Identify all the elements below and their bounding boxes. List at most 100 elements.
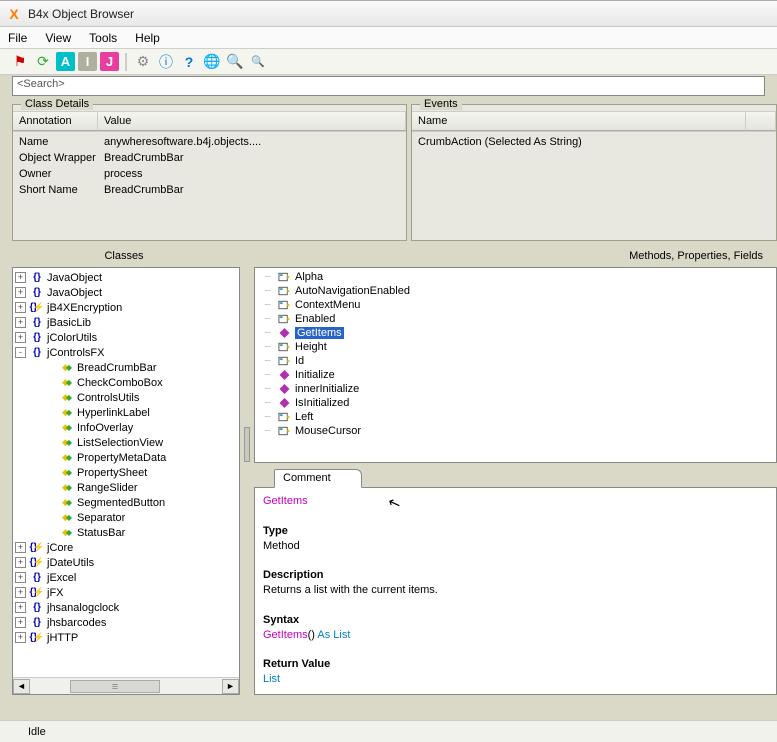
menu-file[interactable]: File (8, 31, 27, 45)
splitter-grip-icon[interactable] (244, 427, 250, 462)
scroll-right-icon[interactable]: ► (222, 679, 239, 694)
expand-icon[interactable]: + (15, 272, 26, 283)
member-item[interactable]: ┈AutoNavigationEnabled (259, 284, 772, 298)
expand-icon[interactable]: + (15, 542, 26, 553)
member-item[interactable]: ┈IsInitialized (259, 396, 772, 410)
tree-item-label: Separator (77, 512, 125, 524)
expand-icon[interactable]: + (15, 632, 26, 643)
classes-tree[interactable]: +{}JavaObject+{}JavaObject+{}⚡jB4XEncryp… (12, 267, 240, 695)
braces-icon: {} (29, 347, 45, 358)
member-label: Id (295, 355, 304, 367)
member-item[interactable]: ┈Enabled (259, 312, 772, 326)
tree-item[interactable]: ◆◆BreadCrumbBar (13, 360, 239, 375)
tree-item[interactable]: ◆◆ControlsUtils (13, 390, 239, 405)
help-icon[interactable]: ? (179, 52, 199, 72)
tree-item[interactable]: ◆◆InfoOverlay (13, 420, 239, 435)
col-header-annotation[interactable]: Annotation (13, 111, 98, 131)
tree-item[interactable]: +{}⚡jFX (13, 585, 239, 600)
refresh-icon[interactable]: ⟳ (33, 52, 53, 72)
tree-item[interactable]: +{}jhsbarcodes (13, 615, 239, 630)
tree-item[interactable]: +{}JavaObject (13, 270, 239, 285)
tree-item[interactable]: ◆◆StatusBar (13, 525, 239, 540)
expand-icon[interactable]: + (15, 587, 26, 598)
tree-item[interactable]: ◆◆SegmentedButton (13, 495, 239, 510)
section-label-classes: Classes (0, 250, 248, 262)
braces-icon: {} (29, 317, 45, 328)
splitter-vertical[interactable] (244, 267, 250, 695)
class-detail-row[interactable]: Ownerprocess (13, 166, 406, 182)
col-header-value[interactable]: Value (98, 111, 406, 131)
search-input[interactable]: <Search> (12, 76, 765, 96)
member-label: MouseCursor (295, 425, 361, 437)
globe-icon[interactable]: 🌐 (202, 52, 222, 72)
detail-syntax-call: GetItems (263, 629, 308, 641)
detail-desc-value: Returns a list with the current items. (263, 584, 438, 596)
member-item[interactable]: ┈Initialize (259, 368, 772, 382)
menu-view[interactable]: View (45, 31, 71, 45)
tree-item-label: JavaObject (47, 287, 102, 299)
gear-icon[interactable]: ⚙ (133, 52, 153, 72)
menu-tools[interactable]: Tools (89, 31, 117, 45)
class-detail-row[interactable]: Nameanywheresoftware.b4j.objects.... (13, 134, 406, 150)
tree-item[interactable]: +{}JavaObject (13, 285, 239, 300)
members-list[interactable]: ┈Alpha┈AutoNavigationEnabled┈ContextMenu… (254, 267, 777, 463)
scroll-thumb[interactable]: ≡ (70, 680, 160, 693)
tree-item[interactable]: ◆◆RangeSlider (13, 480, 239, 495)
flag-icon[interactable]: ⚑ (10, 52, 30, 72)
tree-item[interactable]: ◆◆CheckComboBox (13, 375, 239, 390)
scroll-left-icon[interactable]: ◄ (13, 679, 30, 694)
info-icon[interactable]: ⓘ (156, 52, 176, 72)
member-item[interactable]: ┈Id (259, 354, 772, 368)
expand-icon[interactable]: + (15, 617, 26, 628)
member-item[interactable]: ┈Height (259, 340, 772, 354)
tree-item[interactable]: +{}⚡jHTTP (13, 630, 239, 645)
tree-item[interactable]: +{}⚡jCore (13, 540, 239, 555)
property-icon (276, 271, 292, 283)
tree-item[interactable]: ◆◆PropertyMetaData (13, 450, 239, 465)
tree-item[interactable]: +{}jColorUtils (13, 330, 239, 345)
tree-item[interactable]: ◆◆ListSelectionView (13, 435, 239, 450)
expand-icon[interactable]: + (15, 332, 26, 343)
member-item[interactable]: ┈innerInitialize (259, 382, 772, 396)
tree-item[interactable]: +{}jBasicLib (13, 315, 239, 330)
tree-item[interactable]: ◆◆PropertySheet (13, 465, 239, 480)
tab-comment[interactable]: Comment (274, 469, 362, 488)
event-row[interactable]: CrumbAction (Selected As String) (412, 134, 776, 150)
property-icon (276, 425, 292, 437)
tree-item-label: ListSelectionView (77, 437, 163, 449)
toolbar-i-button[interactable]: I (78, 52, 97, 71)
tree-item-label: jCore (47, 542, 73, 554)
tree-item[interactable]: +{}jExcel (13, 570, 239, 585)
menu-help[interactable]: Help (135, 31, 160, 45)
tree-item-label: BreadCrumbBar (77, 362, 156, 374)
diamond-icon: ◆◆ (59, 512, 75, 523)
expand-icon[interactable]: + (15, 602, 26, 613)
member-item[interactable]: ┈MouseCursor (259, 424, 772, 438)
toolbar-j-button[interactable]: J (100, 52, 119, 71)
expand-icon[interactable]: - (15, 347, 26, 358)
member-item[interactable]: ┈Left (259, 410, 772, 424)
tree-item[interactable]: ◆◆Separator (13, 510, 239, 525)
member-item[interactable]: ┈Alpha (259, 270, 772, 284)
search2-icon[interactable]: 🔍 (248, 52, 268, 72)
tree-item[interactable]: +{}jhsanalogclock (13, 600, 239, 615)
expand-icon[interactable]: + (15, 557, 26, 568)
expand-icon[interactable]: + (15, 302, 26, 313)
member-label: Left (295, 411, 313, 423)
tree-item-label: jhsanalogclock (47, 602, 119, 614)
tree-item[interactable]: +{}⚡jDateUtils (13, 555, 239, 570)
class-detail-row[interactable]: Short NameBreadCrumbBar (13, 182, 406, 198)
tree-item[interactable]: +{}⚡jB4XEncryption (13, 300, 239, 315)
class-detail-row[interactable]: Object WrapperBreadCrumbBar (13, 150, 406, 166)
expand-icon[interactable]: + (15, 287, 26, 298)
tree-hscrollbar[interactable]: ◄ ≡ ► (13, 677, 239, 694)
tree-item[interactable]: -{}jControlsFX (13, 345, 239, 360)
member-item[interactable]: ┈ContextMenu (259, 298, 772, 312)
expand-icon[interactable]: + (15, 317, 26, 328)
col-header-event-name[interactable]: Name (412, 111, 746, 131)
member-item[interactable]: ┈GetItems (259, 326, 772, 340)
tree-item[interactable]: ◆◆HyperlinkLabel (13, 405, 239, 420)
expand-icon[interactable]: + (15, 572, 26, 583)
search-icon[interactable]: 🔍 (225, 52, 245, 72)
toolbar-a-button[interactable]: A (56, 52, 75, 71)
